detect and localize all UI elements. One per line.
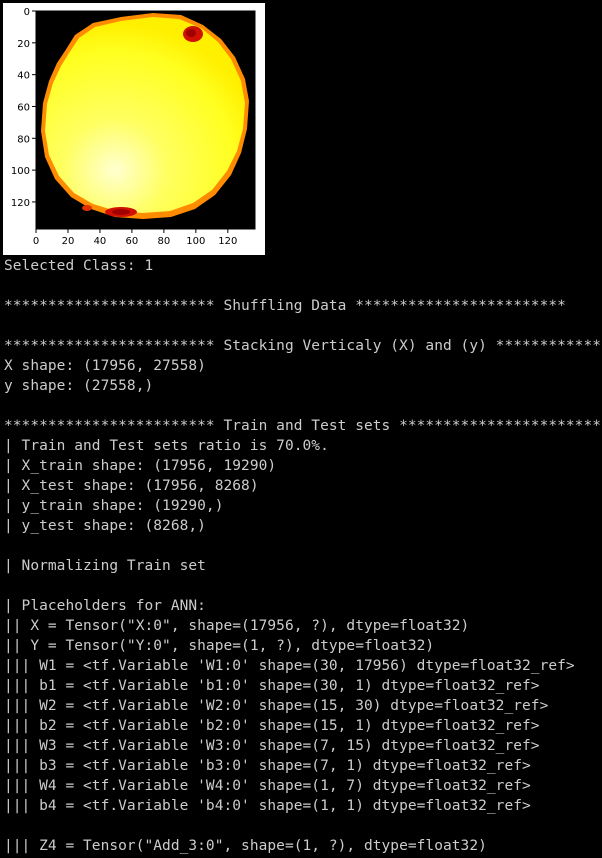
- x-tick-label: 100: [186, 236, 205, 247]
- console-line: | Train and Test sets ratio is 70.0%.: [4, 438, 329, 454]
- console-line: ************************ Stacking Vertic…: [4, 338, 602, 354]
- x-tick-label: 40: [94, 236, 107, 247]
- console-line: | Placeholders for ANN:: [4, 598, 206, 614]
- x-tick-label: 60: [126, 236, 139, 247]
- y-tick-label: 60: [17, 102, 30, 113]
- console-line: | X_test shape: (17956, 8268): [4, 478, 259, 494]
- y-tick-label: 120: [11, 198, 30, 209]
- image-spot-bottom-left: [82, 205, 92, 211]
- y-tick-label: 40: [17, 71, 30, 82]
- x-tick-label: 0: [33, 236, 39, 247]
- console-line: ||| b2 = <tf.Variable 'b2:0' shape=(15, …: [4, 718, 540, 734]
- x-tick-label: 20: [62, 236, 75, 247]
- console-output: Selected Class: 1 ***********************…: [4, 256, 602, 856]
- console-line: | y_train shape: (19290,): [4, 498, 224, 514]
- console-line: ||| W1 = <tf.Variable 'W1:0' shape=(30, …: [4, 658, 575, 674]
- console-line: X shape: (17956, 27558): [4, 358, 206, 374]
- console-line: y shape: (27558,): [4, 378, 154, 394]
- console-line: ||| W2 = <tf.Variable 'W2:0' shape=(15, …: [4, 698, 549, 714]
- image-plot: 0 20 40 60 80 100 120 0 20 40 60 80 100 120: [11, 7, 256, 247]
- console-line: ||| b3 = <tf.Variable 'b3:0' shape=(7, 1…: [4, 758, 531, 774]
- console-line: ||| W4 = <tf.Variable 'W4:0' shape=(1, 7…: [4, 778, 531, 794]
- console-line: Selected Class: 1: [4, 258, 154, 274]
- console-line: ************************ Shuffling Data …: [4, 298, 566, 314]
- image-spot-top-core: [186, 29, 196, 37]
- image-spot-bottom-core: [112, 209, 130, 215]
- console-line: ||| b4 = <tf.Variable 'b4:0' shape=(1, 1…: [4, 798, 531, 814]
- y-tick-label: 0: [24, 7, 30, 18]
- x-tick-label: 80: [158, 236, 171, 247]
- console-line: || X = Tensor("X:0", shape=(17956, ?), d…: [4, 618, 470, 634]
- image-blob: [45, 17, 245, 213]
- console-line: || Y = Tensor("Y:0", shape=(1, ?), dtype…: [4, 638, 435, 654]
- console-line: ||| Z4 = Tensor("Add_3:0", shape=(1, ?),…: [4, 838, 487, 854]
- x-tick-label: 120: [218, 236, 237, 247]
- console-line: ||| b1 = <tf.Variable 'b1:0' shape=(30, …: [4, 678, 540, 694]
- y-tick-label: 100: [11, 166, 30, 177]
- console-line: ||| W3 = <tf.Variable 'W3:0' shape=(7, 1…: [4, 738, 540, 754]
- y-tick-label: 80: [17, 134, 30, 145]
- console-line: | Normalizing Train set: [4, 558, 206, 574]
- console-line: | y_test shape: (8268,): [4, 518, 206, 534]
- console-line: | X_train shape: (17956, 19290): [4, 458, 277, 474]
- image-plot-figure: 0 20 40 60 80 100 120 0 20 40 60 80 100 120: [3, 3, 265, 255]
- console-line: ************************ Train and Test …: [4, 418, 602, 434]
- y-tick-label: 20: [17, 39, 30, 50]
